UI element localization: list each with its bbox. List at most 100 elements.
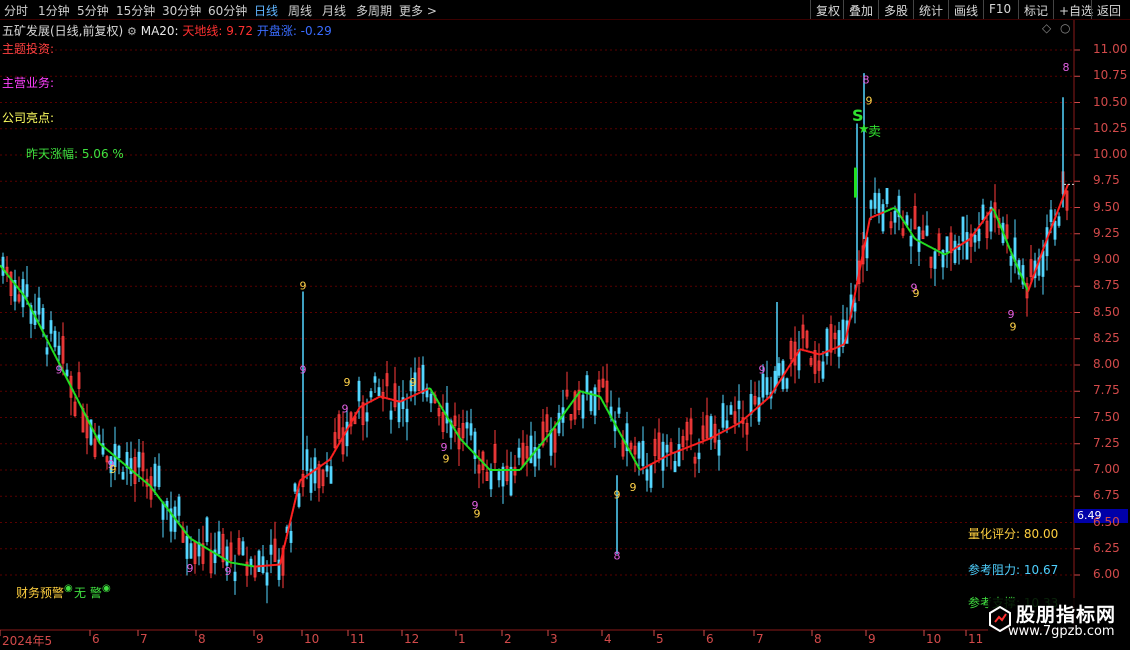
- ma20-line-segment: [579, 390, 583, 393]
- nine-turn-mark: 9: [866, 95, 873, 108]
- ma20-line-segment: [945, 252, 949, 255]
- x-tick-label: 8: [814, 632, 822, 646]
- ma20-line-segment: [93, 431, 97, 437]
- price-chart[interactable]: 9999 99999 9999999898999998: [0, 0, 1130, 650]
- ma20-line-segment: [1055, 210, 1059, 216]
- candle-body: [465, 422, 469, 429]
- ma20-line-segment: [589, 392, 593, 396]
- x-tick-label: 7: [140, 632, 148, 646]
- candle-body: [305, 449, 309, 471]
- ma20-line-segment: [123, 463, 127, 467]
- ma20-line-segment: [421, 389, 425, 393]
- ma20-line-segment: [111, 453, 115, 457]
- ma20-line-segment: [915, 238, 919, 242]
- ma20-line-segment: [877, 212, 881, 216]
- ma20-line-segment: [215, 553, 219, 557]
- ma20-line-segment: [759, 402, 763, 407]
- ma20-line-segment: [109, 451, 113, 455]
- ma20-line-segment: [847, 318, 851, 330]
- ma20-line-segment: [653, 460, 657, 464]
- candle-body: [721, 403, 725, 428]
- ma20-line-segment: [565, 407, 569, 412]
- ma20-line-segment: [771, 389, 775, 394]
- candle-body: [869, 200, 873, 209]
- ma20-line-segment: [963, 240, 967, 244]
- ma20-line-segment: [619, 432, 623, 438]
- ma20-line-segment: [681, 447, 685, 451]
- nine-turn-mark: 9: [474, 507, 481, 520]
- nine-turn-mark: 9: [300, 363, 307, 376]
- warning-dot-icon: ◉: [64, 583, 73, 594]
- candle-body: [593, 387, 597, 416]
- ma20-line-segment: [385, 397, 389, 400]
- ma20-line-segment: [727, 427, 731, 430]
- ma20-line-segment: [407, 396, 411, 400]
- nine-turn-mark: 8: [863, 74, 870, 87]
- candle-body: [697, 452, 701, 460]
- theme-invest-label: 主题投资:: [2, 42, 55, 56]
- ma20-line-segment: [879, 212, 883, 215]
- ma20-line-segment: [581, 390, 585, 394]
- diamond-icon[interactable]: ◇: [1042, 21, 1051, 35]
- ma20-line-segment: [135, 473, 139, 477]
- nine-turn-mark: 9: [443, 453, 450, 466]
- ma20-line-segment: [487, 467, 491, 471]
- ma20-line-segment: [477, 456, 481, 461]
- ma20-line-segment: [687, 445, 691, 449]
- ma20-line-segment: [813, 351, 817, 355]
- y-tick-label: 7.50: [1093, 409, 1120, 424]
- ma20-line-segment: [193, 539, 197, 543]
- candle-body: [717, 439, 721, 456]
- candle-body: [961, 216, 965, 242]
- candle-body: [25, 284, 29, 297]
- x-tick-label: 4: [604, 632, 612, 646]
- candle-body: [873, 192, 877, 209]
- candle-body: [389, 410, 393, 420]
- ma20-line-segment: [743, 416, 747, 421]
- ma20-line-segment: [767, 395, 771, 400]
- ma20-line-segment: [101, 444, 105, 448]
- ma20-line-segment: [649, 462, 653, 466]
- ma20-line-segment: [401, 399, 405, 402]
- circle-icon[interactable]: ○: [1060, 21, 1070, 35]
- ma20-line-segment: [951, 248, 955, 252]
- ma20-line-segment: [765, 397, 769, 401]
- ma20-line-segment: [829, 348, 833, 352]
- nine-turn-mark: 9: [344, 376, 351, 389]
- candle-body: [821, 361, 825, 379]
- chart-header: 五矿发展(日线,前复权) ⚙ MA20: 天地线: 9.72 开盘涨: -0.2…: [2, 22, 332, 39]
- ma20-line-segment: [525, 459, 529, 464]
- candle-body: [373, 376, 377, 383]
- candle-body: [637, 442, 641, 459]
- ma20-line-segment: [145, 481, 149, 485]
- ma20-line-segment: [745, 414, 749, 419]
- ma20-line-segment: [553, 424, 557, 429]
- settings-icon[interactable]: ⚙: [127, 25, 137, 38]
- ma20-line-segment: [703, 439, 707, 442]
- ma20-line-segment: [733, 423, 737, 427]
- ma20-line-segment: [47, 341, 51, 346]
- highlights-label: 公司亮点:: [2, 111, 55, 125]
- candle-body: [241, 541, 245, 556]
- candle-body: [369, 391, 373, 398]
- candle-body: [1041, 250, 1045, 277]
- ma20-line-segment: [921, 241, 925, 245]
- ma20-line-segment: [307, 472, 311, 476]
- stock-title[interactable]: 五矿发展(日线,前复权): [2, 24, 123, 38]
- ma20-line-segment: [835, 346, 839, 349]
- ma20-line-segment: [391, 398, 395, 402]
- y-tick-label: 9.50: [1093, 199, 1120, 214]
- ma20-line-segment: [929, 245, 933, 249]
- y-tick-label: 9.75: [1093, 173, 1120, 188]
- ma20-line-segment: [225, 559, 229, 563]
- ma20-line-segment: [717, 432, 721, 436]
- ma20-line-segment: [841, 343, 845, 347]
- ma20-line-segment: [305, 474, 309, 478]
- ma20-line-segment: [189, 537, 193, 541]
- candle-body: [1049, 209, 1053, 222]
- ma-label: MA20:: [140, 24, 179, 38]
- ma20-line-segment: [317, 465, 321, 469]
- ma20-line-segment: [643, 465, 647, 469]
- x-tick-label: 11: [968, 632, 984, 646]
- ma20-line-segment: [103, 446, 107, 450]
